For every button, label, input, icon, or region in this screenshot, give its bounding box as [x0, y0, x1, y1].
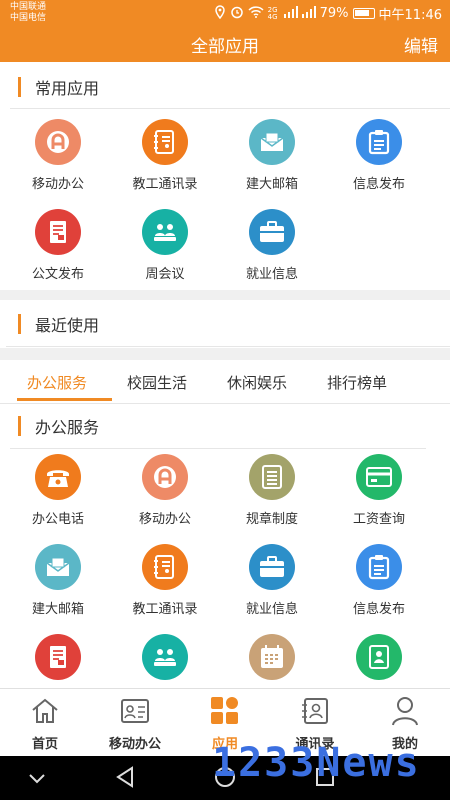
- office-services-section: 办公服务 办公电话 移动办公 规章制度 工资查询建大邮箱 教工通讯录 就业信息 信息发布: [0, 404, 450, 688]
- user-icon: [389, 695, 421, 727]
- office-app-rules-list[interactable]: 规章制度: [216, 454, 328, 527]
- tab-rankings[interactable]: 排行榜单: [327, 372, 387, 393]
- status-indicators: 2G 4G 79% 中午11:46: [214, 4, 442, 23]
- briefcase-icon: [249, 544, 295, 590]
- active-tab-indicator: [17, 398, 112, 401]
- office-app-briefcase[interactable]: 就业信息: [216, 544, 328, 617]
- app-label: 移动办公: [138, 512, 191, 527]
- nav-home-label: 首页: [31, 737, 58, 752]
- common-app-briefcase[interactable]: 就业信息: [216, 209, 328, 282]
- document-icon: [35, 634, 81, 680]
- nav-home[interactable]: 首页: [0, 689, 90, 757]
- collapse-icon[interactable]: [28, 770, 46, 789]
- app-label: 信息发布: [352, 602, 405, 617]
- tab-office-services[interactable]: 办公服务: [27, 372, 87, 393]
- salary-card-icon: [356, 454, 402, 500]
- office-app-mail[interactable]: 建大邮箱: [2, 544, 114, 617]
- alarm-icon: [230, 5, 244, 23]
- tab-campus-life[interactable]: 校园生活: [127, 372, 187, 393]
- page-title: 全部应用: [191, 37, 259, 57]
- app-label: 移动办公: [31, 177, 84, 192]
- briefcase-icon: [249, 209, 295, 255]
- carrier-1: 中国联通: [10, 2, 47, 12]
- rules-list-icon: [249, 454, 295, 500]
- signal-tags: 2G 4G: [267, 5, 278, 21]
- contacts-book-icon: [142, 119, 188, 165]
- recent-section: 最近使用: [0, 300, 450, 348]
- watermark-text: 1233News: [212, 740, 421, 786]
- section-title-common: 常用应用: [18, 76, 99, 98]
- office-app-salary-card[interactable]: 工资查询: [323, 454, 435, 527]
- status-bar: 中国联通 中国电信 2G 4G 79% 中午11:46: [0, 0, 450, 26]
- contacts-book-icon: [142, 544, 188, 590]
- common-app-clipboard[interactable]: 信息发布: [323, 119, 435, 192]
- app-label: 信息发布: [352, 177, 405, 192]
- office-app-contacts-book[interactable]: 教工通讯录: [109, 544, 221, 617]
- app-label: 工资查询: [352, 512, 405, 527]
- wifi-icon: [248, 5, 264, 22]
- mobile-office-icon: [35, 119, 81, 165]
- meeting-icon: [142, 209, 188, 255]
- phone-icon: [35, 454, 81, 500]
- signal-bars-2-icon: [301, 5, 316, 22]
- office-app-document[interactable]: [2, 634, 114, 680]
- app-label: 建大邮箱: [31, 602, 84, 617]
- document-icon: [35, 209, 81, 255]
- office-app-address-book[interactable]: [323, 634, 435, 680]
- app-label: 教工通讯录: [132, 177, 198, 192]
- meeting-icon: [142, 634, 188, 680]
- office-app-mobile-office[interactable]: 移动办公: [109, 454, 221, 527]
- contacts-icon: [299, 695, 331, 727]
- signal-bars-icon: [283, 5, 298, 22]
- apps-grid-icon: [209, 695, 241, 727]
- id-card-icon: [119, 695, 151, 727]
- app-label: 就业信息: [245, 602, 298, 617]
- nav-mobile-office-label: 移动办公: [108, 737, 161, 752]
- app-label: 办公电话: [31, 512, 84, 527]
- common-app-mail[interactable]: 建大邮箱: [216, 119, 328, 192]
- common-app-document[interactable]: 公文发布: [2, 209, 114, 282]
- mobile-office-icon: [142, 454, 188, 500]
- common-app-meeting[interactable]: 周会议: [109, 209, 221, 282]
- office-app-calendar[interactable]: [216, 634, 328, 680]
- office-app-clipboard[interactable]: 信息发布: [323, 544, 435, 617]
- app-label: 周会议: [145, 267, 185, 282]
- address-book-icon: [356, 634, 402, 680]
- carrier-labels: 中国联通 中国电信: [10, 2, 46, 24]
- app-label: 规章制度: [245, 512, 298, 527]
- battery-icon: [352, 8, 375, 19]
- app-label: 就业信息: [245, 267, 298, 282]
- mail-icon: [249, 119, 295, 165]
- carrier-2: 中国电信: [10, 13, 47, 23]
- common-app-contacts-book[interactable]: 教工通讯录: [109, 119, 221, 192]
- section-title-recent: 最近使用: [18, 313, 99, 335]
- app-label: 公文发布: [31, 267, 84, 282]
- clipboard-icon: [356, 119, 402, 165]
- common-apps-section: 常用应用 移动办公 教工通讯录 建大邮箱 信息发布公文发布 周会议 就业信息: [0, 62, 450, 290]
- calendar-icon: [249, 634, 295, 680]
- office-app-meeting[interactable]: [109, 634, 221, 680]
- office-app-phone[interactable]: 办公电话: [2, 454, 114, 527]
- home-icon: [29, 695, 61, 727]
- clipboard-icon: [356, 544, 402, 590]
- app-label: 建大邮箱: [245, 177, 298, 192]
- nav-mobile-office[interactable]: 移动办公: [90, 689, 180, 757]
- edit-button[interactable]: 编辑: [404, 32, 438, 57]
- back-icon[interactable]: [115, 766, 135, 792]
- tab-leisure[interactable]: 休闲娱乐: [227, 372, 287, 393]
- app-header: 中国联通 中国电信 2G 4G 79% 中午11:46 全部应用 编辑: [0, 0, 450, 62]
- app-label: 教工通讯录: [132, 602, 198, 617]
- clock: 中午11:46: [378, 8, 442, 23]
- mail-icon: [35, 544, 81, 590]
- section-title-office: 办公服务: [18, 415, 99, 437]
- location-icon: [214, 4, 226, 23]
- common-app-mobile-office[interactable]: 移动办公: [2, 119, 114, 192]
- battery-percent: 79%: [319, 6, 349, 21]
